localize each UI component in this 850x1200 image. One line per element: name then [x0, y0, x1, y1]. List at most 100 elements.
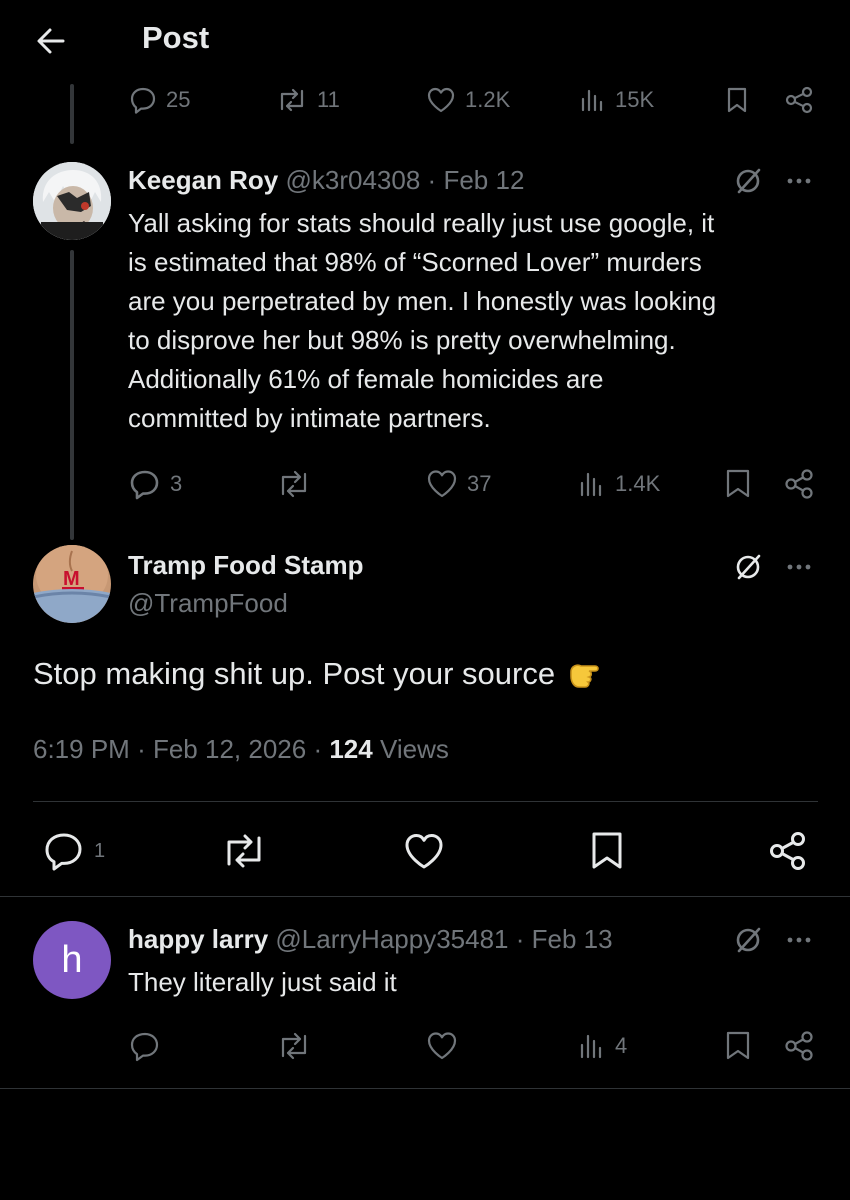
grok-icon[interactable] [731, 550, 765, 584]
avatar-letter: h [61, 938, 83, 981]
divider [0, 896, 850, 897]
more-options-icon[interactable] [782, 550, 816, 584]
reply-button[interactable]: 25 [128, 80, 190, 120]
bookmark-icon [727, 87, 747, 113]
grok-icon[interactable] [731, 164, 765, 198]
author-handle-row: @TrampFood [128, 588, 288, 619]
views-count: 1.4K [615, 471, 661, 496]
display-name[interactable]: Tramp Food Stamp [128, 550, 363, 580]
share-button[interactable] [766, 828, 810, 874]
author-name-row: Tramp Food Stamp [128, 550, 363, 581]
views-count: 15K [615, 87, 655, 112]
reply-icon [130, 470, 159, 500]
separator: · [313, 734, 323, 764]
repost-button[interactable] [220, 828, 268, 874]
post-date: Feb 12, 2026 [152, 734, 307, 764]
display-name[interactable]: happy larry [128, 924, 268, 954]
post-date[interactable]: Feb 12 [443, 165, 524, 195]
repost-icon [280, 88, 304, 112]
views-icon [580, 1034, 602, 1059]
repost-icon [281, 470, 307, 498]
main-tweet-body: Stop making shit up. Post your source [33, 654, 605, 694]
views-button[interactable]: 4 [577, 1026, 627, 1066]
user-handle[interactable]: @TrampFood [128, 588, 288, 618]
share-button[interactable] [782, 1026, 816, 1066]
views-label[interactable]: Views [380, 734, 449, 764]
heart-icon [427, 87, 455, 113]
more-options-icon[interactable] [782, 923, 816, 957]
reply-count: 25 [166, 87, 191, 112]
heart-icon [427, 1032, 457, 1060]
tweet-header: Keegan Roy @k3r04308 · Feb 12 [128, 165, 524, 196]
reply-button[interactable]: 1 [42, 828, 105, 874]
avatar[interactable] [33, 162, 111, 240]
reply-actions: 4 [0, 1026, 850, 1066]
display-name[interactable]: Keegan Roy [128, 165, 278, 195]
share-button[interactable] [782, 464, 816, 504]
divider [33, 801, 818, 802]
share-icon [785, 469, 813, 499]
main-tweet-text: Stop making shit up. Post your source [33, 656, 556, 691]
repost-icon [281, 1032, 307, 1060]
bookmark-button[interactable] [722, 1026, 754, 1066]
top-bar: Post [0, 0, 850, 80]
reply-count: 3 [170, 471, 183, 496]
views-count: 4 [615, 1033, 628, 1058]
repost-button[interactable] [275, 464, 313, 504]
reply-count: 1 [94, 839, 106, 862]
like-count: 1.2K [465, 87, 511, 112]
separator: · [137, 734, 146, 764]
user-handle[interactable]: @LarryHappy35481 [275, 924, 508, 954]
views-icon [581, 89, 603, 112]
bookmark-button[interactable] [588, 828, 626, 874]
views-button[interactable]: 15K [577, 80, 654, 120]
repost-icon [227, 834, 261, 868]
parent-actions: 25 11 1.2K 15K [0, 80, 850, 120]
repost-button[interactable] [275, 1026, 313, 1066]
share-icon [770, 832, 805, 870]
grok-icon[interactable] [731, 923, 765, 957]
separator: · [427, 165, 437, 195]
tweet-text: They literally just said it [128, 967, 397, 997]
views-icon [580, 472, 602, 497]
reply-button[interactable] [128, 1026, 162, 1066]
tweet-header: happy larry @LarryHappy35481 · Feb 13 [128, 924, 613, 955]
post-time: 6:19 PM [33, 734, 130, 764]
like-button[interactable] [402, 828, 446, 874]
repost-count: 11 [317, 87, 340, 112]
tweet-actions: 3 37 1.4K [0, 464, 850, 504]
more-options-icon[interactable] [782, 164, 816, 198]
user-handle[interactable]: @k3r04308 [286, 165, 421, 195]
reply-button[interactable]: 3 [128, 464, 182, 504]
reply-icon [45, 833, 82, 871]
views-count: 124 [329, 734, 373, 764]
pointing-finger-emoji [565, 654, 605, 694]
share-icon [785, 1031, 813, 1061]
bookmark-button[interactable] [722, 464, 754, 504]
share-icon [785, 86, 813, 114]
separator: · [515, 924, 525, 954]
like-button[interactable] [425, 1026, 459, 1066]
reply-icon [130, 1032, 159, 1062]
avatar[interactable]: M [33, 545, 111, 623]
tweet-text: Yall asking for stats should really just… [128, 208, 717, 433]
views-button[interactable]: 1.4K [577, 464, 660, 504]
like-button[interactable]: 1.2K [425, 80, 510, 120]
share-button[interactable] [783, 80, 815, 120]
back-arrow-icon[interactable] [34, 24, 68, 58]
like-button[interactable]: 37 [425, 464, 491, 504]
pointing-finger-icon [570, 664, 599, 688]
divider [0, 1088, 850, 1089]
bookmark-icon [726, 469, 750, 498]
bookmark-icon [726, 1031, 750, 1060]
heart-icon [427, 470, 457, 498]
avatar[interactable]: h [33, 921, 111, 999]
post-meta: 6:19 PM · Feb 12, 2026 · 124 Views [33, 734, 449, 765]
bookmark-icon [592, 832, 622, 869]
repost-button[interactable]: 11 [275, 80, 340, 120]
reply-icon [130, 87, 156, 114]
like-count: 37 [467, 471, 492, 496]
post-date[interactable]: Feb 13 [532, 924, 613, 954]
heart-icon [405, 834, 443, 869]
bookmark-button[interactable] [722, 80, 752, 120]
